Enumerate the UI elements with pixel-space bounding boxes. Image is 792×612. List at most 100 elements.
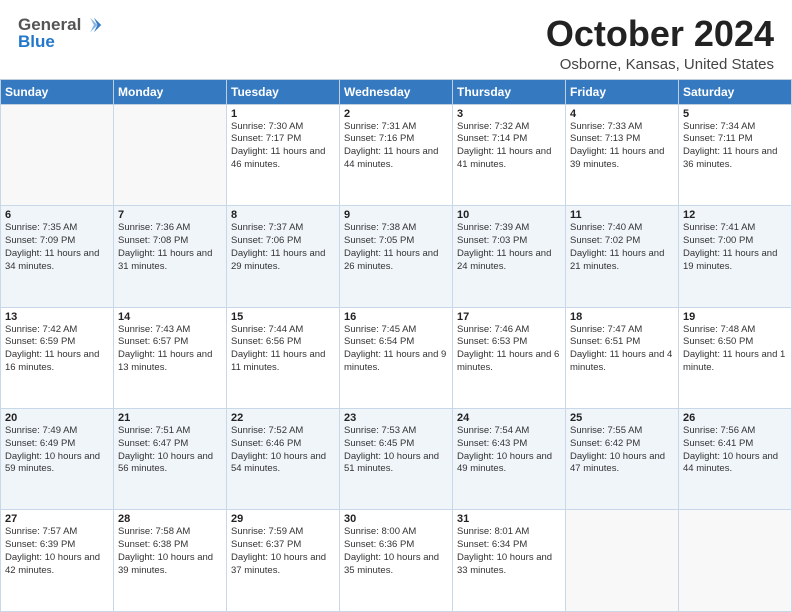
day-number: 23 <box>344 412 448 424</box>
month-title: October 2024 <box>546 14 774 54</box>
day-info: Sunrise: 8:01 AMSunset: 6:34 PMDaylight:… <box>457 526 561 577</box>
calendar: SundayMondayTuesdayWednesdayThursdayFrid… <box>0 79 792 612</box>
day-info: Sunrise: 7:45 AMSunset: 6:54 PMDaylight:… <box>344 324 448 375</box>
calendar-cell: 2Sunrise: 7:31 AMSunset: 7:16 PMDaylight… <box>340 104 453 205</box>
day-number: 7 <box>118 209 222 221</box>
day-number: 15 <box>231 311 335 323</box>
weekday-header-monday: Monday <box>114 79 227 104</box>
weekday-header-row: SundayMondayTuesdayWednesdayThursdayFrid… <box>1 79 792 104</box>
day-number: 2 <box>344 108 448 120</box>
calendar-cell: 10Sunrise: 7:39 AMSunset: 7:03 PMDayligh… <box>453 206 566 307</box>
calendar-cell: 12Sunrise: 7:41 AMSunset: 7:00 PMDayligh… <box>679 206 792 307</box>
day-info: Sunrise: 7:51 AMSunset: 6:47 PMDaylight:… <box>118 425 222 476</box>
calendar-cell: 18Sunrise: 7:47 AMSunset: 6:51 PMDayligh… <box>566 307 679 408</box>
day-info: Sunrise: 7:44 AMSunset: 6:56 PMDaylight:… <box>231 324 335 375</box>
header: General Blue October 2024 Osborne, Kansa… <box>0 0 792 79</box>
day-info: Sunrise: 7:35 AMSunset: 7:09 PMDaylight:… <box>5 222 109 273</box>
day-info: Sunrise: 7:46 AMSunset: 6:53 PMDaylight:… <box>457 324 561 375</box>
day-info: Sunrise: 7:34 AMSunset: 7:11 PMDaylight:… <box>683 121 787 172</box>
day-number: 26 <box>683 412 787 424</box>
weekday-header-wednesday: Wednesday <box>340 79 453 104</box>
calendar-cell: 29Sunrise: 7:59 AMSunset: 6:37 PMDayligh… <box>227 510 340 612</box>
calendar-cell: 20Sunrise: 7:49 AMSunset: 6:49 PMDayligh… <box>1 409 114 510</box>
week-row-1: 1Sunrise: 7:30 AMSunset: 7:17 PMDaylight… <box>1 104 792 205</box>
day-info: Sunrise: 7:42 AMSunset: 6:59 PMDaylight:… <box>5 324 109 375</box>
day-info: Sunrise: 7:36 AMSunset: 7:08 PMDaylight:… <box>118 222 222 273</box>
day-info: Sunrise: 7:33 AMSunset: 7:13 PMDaylight:… <box>570 121 674 172</box>
day-info: Sunrise: 7:52 AMSunset: 6:46 PMDaylight:… <box>231 425 335 476</box>
weekday-header-sunday: Sunday <box>1 79 114 104</box>
calendar-cell: 30Sunrise: 8:00 AMSunset: 6:36 PMDayligh… <box>340 510 453 612</box>
day-number: 12 <box>683 209 787 221</box>
day-number: 21 <box>118 412 222 424</box>
logo-icon <box>81 14 103 36</box>
day-info: Sunrise: 8:00 AMSunset: 6:36 PMDaylight:… <box>344 526 448 577</box>
day-number: 9 <box>344 209 448 221</box>
calendar-cell: 31Sunrise: 8:01 AMSunset: 6:34 PMDayligh… <box>453 510 566 612</box>
day-number: 27 <box>5 513 109 525</box>
day-number: 10 <box>457 209 561 221</box>
day-number: 14 <box>118 311 222 323</box>
calendar-cell: 11Sunrise: 7:40 AMSunset: 7:02 PMDayligh… <box>566 206 679 307</box>
week-row-5: 27Sunrise: 7:57 AMSunset: 6:39 PMDayligh… <box>1 510 792 612</box>
weekday-header-thursday: Thursday <box>453 79 566 104</box>
day-info: Sunrise: 7:38 AMSunset: 7:05 PMDaylight:… <box>344 222 448 273</box>
calendar-cell: 5Sunrise: 7:34 AMSunset: 7:11 PMDaylight… <box>679 104 792 205</box>
day-number: 6 <box>5 209 109 221</box>
title-block: October 2024 Osborne, Kansas, United Sta… <box>546 14 774 73</box>
day-info: Sunrise: 7:48 AMSunset: 6:50 PMDaylight:… <box>683 324 787 375</box>
day-info: Sunrise: 7:53 AMSunset: 6:45 PMDaylight:… <box>344 425 448 476</box>
calendar-cell: 27Sunrise: 7:57 AMSunset: 6:39 PMDayligh… <box>1 510 114 612</box>
calendar-cell: 8Sunrise: 7:37 AMSunset: 7:06 PMDaylight… <box>227 206 340 307</box>
calendar-cell <box>1 104 114 205</box>
day-info: Sunrise: 7:37 AMSunset: 7:06 PMDaylight:… <box>231 222 335 273</box>
calendar-cell: 23Sunrise: 7:53 AMSunset: 6:45 PMDayligh… <box>340 409 453 510</box>
weekday-header-friday: Friday <box>566 79 679 104</box>
weekday-header-saturday: Saturday <box>679 79 792 104</box>
week-row-4: 20Sunrise: 7:49 AMSunset: 6:49 PMDayligh… <box>1 409 792 510</box>
calendar-cell: 16Sunrise: 7:45 AMSunset: 6:54 PMDayligh… <box>340 307 453 408</box>
calendar-cell: 1Sunrise: 7:30 AMSunset: 7:17 PMDaylight… <box>227 104 340 205</box>
day-info: Sunrise: 7:58 AMSunset: 6:38 PMDaylight:… <box>118 526 222 577</box>
calendar-cell: 19Sunrise: 7:48 AMSunset: 6:50 PMDayligh… <box>679 307 792 408</box>
day-info: Sunrise: 7:54 AMSunset: 6:43 PMDaylight:… <box>457 425 561 476</box>
calendar-cell: 21Sunrise: 7:51 AMSunset: 6:47 PMDayligh… <box>114 409 227 510</box>
calendar-cell: 3Sunrise: 7:32 AMSunset: 7:14 PMDaylight… <box>453 104 566 205</box>
day-info: Sunrise: 7:40 AMSunset: 7:02 PMDaylight:… <box>570 222 674 273</box>
calendar-cell <box>114 104 227 205</box>
calendar-cell: 14Sunrise: 7:43 AMSunset: 6:57 PMDayligh… <box>114 307 227 408</box>
day-number: 5 <box>683 108 787 120</box>
calendar-cell: 6Sunrise: 7:35 AMSunset: 7:09 PMDaylight… <box>1 206 114 307</box>
logo: General Blue <box>18 14 103 52</box>
day-info: Sunrise: 7:41 AMSunset: 7:00 PMDaylight:… <box>683 222 787 273</box>
day-number: 1 <box>231 108 335 120</box>
calendar-cell: 15Sunrise: 7:44 AMSunset: 6:56 PMDayligh… <box>227 307 340 408</box>
calendar-cell: 28Sunrise: 7:58 AMSunset: 6:38 PMDayligh… <box>114 510 227 612</box>
day-number: 24 <box>457 412 561 424</box>
week-row-2: 6Sunrise: 7:35 AMSunset: 7:09 PMDaylight… <box>1 206 792 307</box>
location-title: Osborne, Kansas, United States <box>546 56 774 73</box>
day-info: Sunrise: 7:55 AMSunset: 6:42 PMDaylight:… <box>570 425 674 476</box>
calendar-cell: 13Sunrise: 7:42 AMSunset: 6:59 PMDayligh… <box>1 307 114 408</box>
day-info: Sunrise: 7:47 AMSunset: 6:51 PMDaylight:… <box>570 324 674 375</box>
day-number: 30 <box>344 513 448 525</box>
calendar-cell: 7Sunrise: 7:36 AMSunset: 7:08 PMDaylight… <box>114 206 227 307</box>
day-number: 28 <box>118 513 222 525</box>
day-info: Sunrise: 7:32 AMSunset: 7:14 PMDaylight:… <box>457 121 561 172</box>
calendar-cell: 17Sunrise: 7:46 AMSunset: 6:53 PMDayligh… <box>453 307 566 408</box>
day-number: 16 <box>344 311 448 323</box>
day-info: Sunrise: 7:30 AMSunset: 7:17 PMDaylight:… <box>231 121 335 172</box>
day-number: 4 <box>570 108 674 120</box>
day-number: 25 <box>570 412 674 424</box>
day-number: 22 <box>231 412 335 424</box>
day-info: Sunrise: 7:49 AMSunset: 6:49 PMDaylight:… <box>5 425 109 476</box>
calendar-cell <box>566 510 679 612</box>
day-number: 11 <box>570 209 674 221</box>
calendar-cell: 4Sunrise: 7:33 AMSunset: 7:13 PMDaylight… <box>566 104 679 205</box>
day-info: Sunrise: 7:31 AMSunset: 7:16 PMDaylight:… <box>344 121 448 172</box>
calendar-cell: 22Sunrise: 7:52 AMSunset: 6:46 PMDayligh… <box>227 409 340 510</box>
day-number: 8 <box>231 209 335 221</box>
calendar-cell: 25Sunrise: 7:55 AMSunset: 6:42 PMDayligh… <box>566 409 679 510</box>
calendar-cell: 24Sunrise: 7:54 AMSunset: 6:43 PMDayligh… <box>453 409 566 510</box>
weekday-header-tuesday: Tuesday <box>227 79 340 104</box>
